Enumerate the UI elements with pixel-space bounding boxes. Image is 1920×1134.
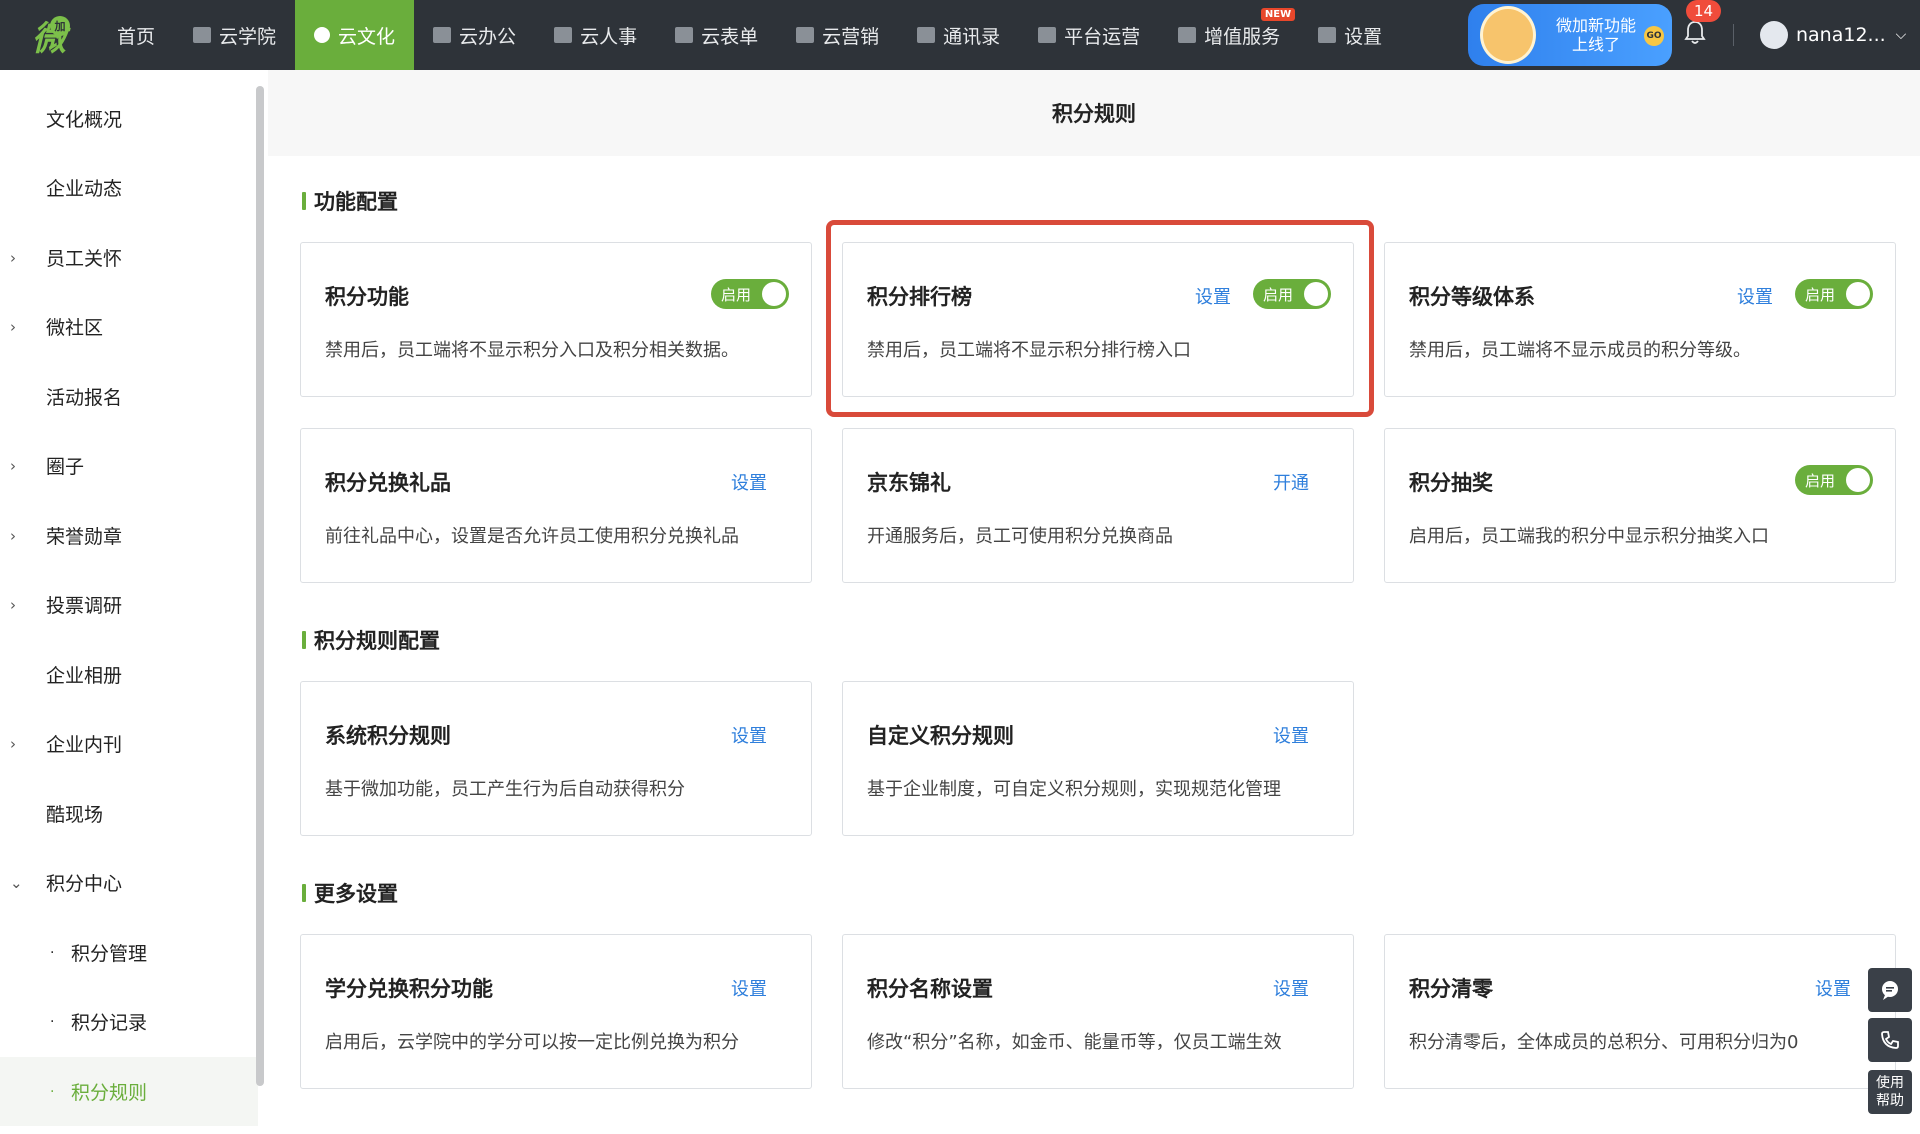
promo-text: 微加新功能 上线了 [1555, 16, 1636, 54]
toggle-knob [1846, 468, 1870, 492]
card-name-setting: 积分名称设置 设置 修改“积分”名称，如金币、能量币等，仅员工端生效 [842, 934, 1354, 1089]
ranking-settings-link[interactable]: 设置 [1195, 283, 1231, 309]
sidebar-item-internal-journal[interactable]: › 企业内刊 [0, 709, 258, 778]
shield-icon [1038, 27, 1057, 43]
sidebar-item-cool-live[interactable]: 酷现场 [0, 779, 258, 848]
id-card-icon [554, 27, 573, 43]
grid-icon [1318, 27, 1337, 43]
logo-badge: 加 [50, 16, 70, 36]
nav-item-cloud-form[interactable]: 云表单 [656, 0, 777, 70]
main-content: 积分规则 功能配置 积分功能 启用 禁用后，员工端将不显示积分入口及积分相关数据… [268, 70, 1920, 1134]
page-title: 积分规则 [268, 70, 1920, 156]
chevron-right-icon: › [10, 595, 16, 614]
section-title-feature: 功能配置 [302, 186, 398, 216]
chevron-right-icon: › [10, 456, 16, 475]
gear-flower-icon [314, 27, 331, 43]
chat-icon[interactable] [1868, 968, 1912, 1012]
chevron-right-icon: › [10, 248, 16, 267]
sidebar-item-company-news[interactable]: 企业动态 [0, 153, 258, 222]
sidebar-item-vote-survey[interactable]: › 投票调研 [0, 570, 258, 639]
name-setting-settings-link[interactable]: 设置 [1273, 975, 1309, 1001]
card-level-system: 积分等级体系 设置 启用 禁用后，员工端将不显示成员的积分等级。 [1384, 242, 1896, 397]
toggle-points-feature[interactable]: 启用 [711, 279, 789, 309]
sidebar-item-honor-medals[interactable]: › 荣誉勋章 [0, 501, 258, 570]
bell-icon[interactable] [1684, 20, 1706, 46]
nav-item-home[interactable]: 首页 [98, 0, 174, 70]
chevron-down-icon: ⌵ [1895, 27, 1907, 43]
toggle-knob [1846, 282, 1870, 306]
nav-divider [1733, 24, 1734, 46]
phone-icon[interactable] [1868, 1018, 1912, 1062]
promo-banner[interactable]: 微加新功能 上线了 GO [1468, 4, 1672, 66]
sidebar-item-employee-care[interactable]: › 员工关怀 [0, 223, 258, 292]
notification-count: 14 [1686, 0, 1722, 22]
user-name: nana12... [1796, 24, 1886, 46]
gift-settings-link[interactable]: 设置 [731, 469, 767, 495]
card-custom-rules: 自定义积分规则 设置 基于企业制度，可自定义积分规则，实现规范化管理 [842, 681, 1354, 836]
sidebar-item-points-management[interactable]: · 积分管理 [0, 918, 258, 987]
card-points-feature: 积分功能 启用 禁用后，员工端将不显示积分入口及积分相关数据。 [300, 242, 812, 397]
nav-item-settings[interactable]: 设置 [1299, 0, 1401, 70]
toggle-lottery[interactable]: 启用 [1795, 465, 1873, 495]
form-icon [675, 27, 694, 43]
sidebar-item-culture-overview[interactable]: 文化概况 [0, 84, 258, 153]
bullet-icon: · [50, 1083, 55, 1100]
toggle-knob [1304, 282, 1328, 306]
sidebar-item-points-records[interactable]: · 积分记录 [0, 987, 258, 1056]
nav-item-contacts[interactable]: 通讯录 [898, 0, 1019, 70]
sidebar-item-circles[interactable]: › 圈子 [0, 431, 258, 500]
nav-item-cloud-academy[interactable]: 云学院 [174, 0, 295, 70]
card-credit-exchange: 学分兑换积分功能 设置 启用后，云学院中的学分可以按一定比例兑换为积分 [300, 934, 812, 1089]
sidebar: 文化概况 企业动态 › 员工关怀 › 微社区 活动报名 › 圈子 › 荣誉勋章 › 投票调… [0, 70, 268, 1134]
sidebar-item-points-center[interactable]: ⌄ 积分中心 [0, 848, 258, 917]
sidebar-scrollbar[interactable] [256, 86, 264, 1086]
bullet-icon: · [50, 1013, 55, 1030]
card-gift-exchange: 积分兑换礼品 设置 前往礼品中心，设置是否允许员工使用积分兑换礼品 [300, 428, 812, 583]
sidebar-item-points-rules[interactable]: · 积分规则 [0, 1057, 258, 1126]
level-settings-link[interactable]: 设置 [1737, 283, 1773, 309]
promo-go-badge: GO [1644, 26, 1664, 46]
chevron-right-icon: › [10, 734, 16, 753]
custom-rules-settings-link[interactable]: 设置 [1273, 722, 1309, 748]
chevron-right-icon: › [10, 526, 16, 545]
card-clear-points: 积分清零 设置 积分清零后，全体成员的总积分、可用积分归为0 [1384, 934, 1896, 1089]
nav-item-cloud-hr[interactable]: 云人事 [535, 0, 656, 70]
nav-item-cloud-office[interactable]: 云办公 [414, 0, 535, 70]
sidebar-item-micro-community[interactable]: › 微社区 [0, 292, 258, 361]
help-button[interactable]: 使用 帮助 [1868, 1070, 1912, 1114]
section-title-rules: 积分规则配置 [302, 625, 440, 655]
chart-icon [796, 27, 815, 43]
jd-activate-link[interactable]: 开通 [1273, 469, 1309, 495]
toggle-ranking[interactable]: 启用 [1253, 279, 1331, 309]
toggle-level-system[interactable]: 启用 [1795, 279, 1873, 309]
diamond-icon [1178, 27, 1197, 43]
sidebar-item-event-signup[interactable]: 活动报名 [0, 362, 258, 431]
credit-exchange-settings-link[interactable]: 设置 [731, 975, 767, 1001]
card-lottery: 积分抽奖 启用 启用后，员工端我的积分中显示积分抽奖入口 [1384, 428, 1896, 583]
card-ranking: 积分排行榜 设置 启用 禁用后，员工端将不显示积分排行榜入口 [842, 242, 1354, 397]
card-system-rules: 系统积分规则 设置 基于微加功能，员工产生行为后自动获得积分 [300, 681, 812, 836]
system-rules-settings-link[interactable]: 设置 [731, 722, 767, 748]
new-badge: NEW [1260, 8, 1296, 21]
chevron-down-icon: ⌄ [10, 873, 23, 892]
chevron-right-icon: › [10, 317, 16, 336]
section-title-more: 更多设置 [302, 878, 398, 908]
edit-icon [193, 27, 212, 43]
toggle-knob [762, 282, 786, 306]
mascot-icon [1480, 6, 1536, 64]
avatar [1760, 21, 1788, 49]
nav-item-value-added[interactable]: 增值服务 NEW [1159, 0, 1299, 70]
clear-settings-link[interactable]: 设置 [1815, 975, 1851, 1001]
nav-item-cloud-culture[interactable]: 云文化 [295, 0, 415, 70]
nav-item-platform-ops[interactable]: 平台运营 [1019, 0, 1159, 70]
contact-icon [917, 27, 936, 43]
card-jd-gift: 京东锦礼 开通 开通服务后，员工可使用积分兑换商品 [842, 428, 1354, 583]
user-menu[interactable]: nana12... ⌵ [1760, 0, 1906, 70]
bullet-icon: · [50, 944, 55, 961]
sidebar-item-company-album[interactable]: 企业相册 [0, 640, 258, 709]
nav-item-cloud-marketing[interactable]: 云营销 [777, 0, 898, 70]
logo[interactable]: 微 加 [0, 0, 98, 70]
briefcase-icon [433, 27, 452, 43]
